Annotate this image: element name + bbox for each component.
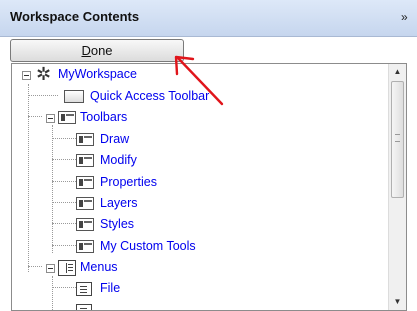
tree-node-label: Draw [100, 132, 130, 146]
collapse-toggle-icon[interactable] [46, 264, 55, 273]
tree-node-label: Properties [100, 175, 157, 189]
tree-node-menus[interactable]: Menus [12, 259, 312, 277]
scroll-down-arrow-icon[interactable]: ▼ [389, 294, 406, 310]
toolbar-icon [76, 133, 94, 146]
done-button[interactable]: Done [10, 39, 184, 62]
collapse-icon[interactable]: » [401, 10, 413, 26]
done-button-mnemonic: D [81, 43, 91, 58]
tree-node-toolbar-styles[interactable]: Styles [12, 216, 312, 234]
done-button-label: one [90, 43, 113, 58]
menu-file-icon [76, 282, 92, 296]
scrollbar-thumb[interactable] [391, 81, 404, 198]
scroll-up-arrow-icon[interactable]: ▲ [389, 64, 406, 80]
gear-icon: ✲ [36, 64, 52, 84]
tree-node-toolbar-my-custom-tools[interactable]: My Custom Tools [12, 238, 312, 256]
tree-node-label: MyWorkspace [58, 67, 137, 81]
tree-node-myworkspace[interactable]: ✲ MyWorkspace [12, 64, 312, 84]
panel-title: Workspace Contents [10, 9, 140, 24]
quick-access-toolbar-icon [64, 90, 84, 103]
tree-node-menu-file[interactable]: File [12, 280, 312, 298]
tree-node-toolbar-modify[interactable]: Modify [12, 152, 312, 170]
tree-node-toolbar-layers[interactable]: Layers [12, 195, 312, 213]
tree-node-label: File [100, 281, 121, 295]
tree-node-label: Layers [100, 196, 138, 210]
collapse-toggle-icon[interactable] [46, 114, 55, 123]
workspace-tree: ✲ MyWorkspace Quick Access Toolbar Toolb… [11, 63, 407, 311]
menu-item-icon [76, 304, 92, 310]
tree-node-label: Menus [80, 260, 118, 274]
collapse-toggle-icon[interactable] [22, 71, 31, 80]
toolbar-icon [76, 176, 94, 189]
tree-node-menu-partial[interactable] [12, 302, 312, 310]
scrollbar-grip-icon [395, 134, 400, 142]
tree-node-label: Quick Access Toolbar [90, 89, 210, 103]
tree-node-label: Modify [100, 153, 137, 167]
tree-node-quick-access-toolbar[interactable]: Quick Access Toolbar [12, 88, 312, 106]
toolbar-icon [76, 240, 94, 253]
toolbar-icon [76, 154, 94, 167]
tree-scrollbar[interactable]: ▲ ▼ [388, 64, 406, 310]
tree-node-toolbar-properties[interactable]: Properties [12, 174, 312, 192]
toolbar-icon [76, 197, 94, 210]
tree-node-toolbar-draw[interactable]: Draw [12, 131, 312, 149]
tree-node-label: My Custom Tools [100, 239, 196, 253]
tree-node-label: Styles [100, 217, 135, 231]
tree-node-toolbars[interactable]: Toolbars [12, 109, 312, 127]
toolbars-icon [58, 111, 76, 124]
toolbar-icon [76, 218, 94, 231]
panel-header: Workspace Contents » [0, 0, 417, 37]
workspace-contents-panel: Workspace Contents » Done ✲ MyWorkspace … [0, 0, 417, 311]
tree-node-label: Toolbars [80, 110, 128, 124]
menus-icon [58, 260, 76, 276]
